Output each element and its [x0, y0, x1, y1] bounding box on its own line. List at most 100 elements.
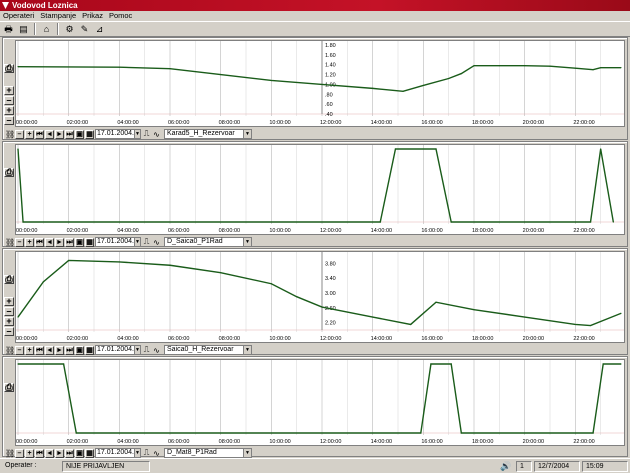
- trend-plot[interactable]: 00:00:00 02:00:00 04:00:00 06:00:00 08:00:00…: [15, 359, 625, 446]
- zoom-out-button[interactable]: –: [4, 327, 14, 336]
- chevron-down-icon[interactable]: ▼: [243, 449, 251, 457]
- step-mode-icon[interactable]: ⎍: [142, 237, 151, 247]
- print-trend-icon[interactable]: ⎙: [4, 64, 14, 73]
- date-select[interactable]: 17.01.2004. ▼: [95, 129, 141, 139]
- trend-chart: 00:00:00 02:00:00 04:00:00 06:00:00 08:00:00…: [16, 145, 624, 234]
- chevron-down-icon[interactable]: ▼: [243, 346, 251, 354]
- calendar-button[interactable]: ▣: [75, 345, 84, 355]
- zoom-out-button[interactable]: –: [4, 96, 14, 105]
- step-mode-icon[interactable]: ⎍: [142, 129, 151, 139]
- zoom-in-time-button[interactable]: +: [25, 129, 34, 139]
- menu-pomoc[interactable]: Pomoc: [109, 11, 132, 21]
- x-tick-label: 16:00:00: [421, 228, 442, 234]
- zoom-out-time-button[interactable]: –: [15, 237, 24, 247]
- calendar-button[interactable]: ▣: [75, 237, 84, 247]
- tools-icon[interactable]: ✎: [78, 23, 91, 35]
- print-trend-icon[interactable]: ⎙: [4, 168, 14, 177]
- printer-icon[interactable]: 🖶: [2, 23, 15, 35]
- prev-button[interactable]: ◄: [45, 448, 54, 458]
- line-mode-icon[interactable]: ∿: [152, 449, 161, 458]
- line-mode-icon[interactable]: ∿: [152, 238, 161, 247]
- link-icon[interactable]: ⛓: [5, 346, 15, 355]
- next-button[interactable]: ►: [55, 129, 64, 139]
- link-icon[interactable]: ⛓: [5, 130, 15, 139]
- line-mode-icon[interactable]: ∿: [152, 130, 161, 139]
- tag-select[interactable]: D_Mat8_P1Rad ▼: [164, 448, 252, 458]
- menu-prikaz[interactable]: Prikaz: [82, 11, 103, 21]
- first-button[interactable]: ⏮: [35, 345, 44, 355]
- chevron-down-icon[interactable]: ▼: [243, 130, 251, 138]
- trend-point: [422, 84, 424, 87]
- step-mode-icon[interactable]: ⎍: [142, 448, 151, 458]
- grid-button[interactable]: ▦: [85, 129, 94, 139]
- print-trend-icon[interactable]: ⎙: [4, 275, 14, 284]
- zoom-in-time-button[interactable]: +: [25, 237, 34, 247]
- prev-button[interactable]: ◄: [45, 237, 54, 247]
- speaker-icon[interactable]: 🔊: [498, 461, 514, 472]
- tag-select[interactable]: D_Saica0_P1Rad ▼: [164, 237, 252, 247]
- operater-label: Operater :: [5, 461, 37, 469]
- zoom-in-button[interactable]: +: [4, 297, 14, 306]
- last-button[interactable]: ⏭: [65, 345, 74, 355]
- first-button[interactable]: ⏮: [35, 448, 44, 458]
- x-tick-label: 12:00:00: [320, 336, 341, 342]
- next-button[interactable]: ►: [55, 448, 64, 458]
- first-button[interactable]: ⏮: [35, 237, 44, 247]
- date-select[interactable]: 17.01.2004. ▼: [95, 448, 141, 458]
- calendar-button[interactable]: ▣: [75, 129, 84, 139]
- tag-select[interactable]: Karad5_H_Rezervoar ▼: [164, 129, 252, 139]
- chevron-down-icon[interactable]: ▼: [243, 238, 251, 246]
- last-button[interactable]: ⏭: [65, 129, 74, 139]
- trend-point: [17, 148, 19, 150]
- chevron-down-icon[interactable]: ▼: [133, 238, 140, 246]
- line-mode-icon[interactable]: ∿: [152, 346, 161, 355]
- zoom-in-button[interactable]: +: [4, 86, 14, 95]
- chart-icon[interactable]: ⊿: [93, 23, 106, 35]
- first-button[interactable]: ⏮: [35, 129, 44, 139]
- chevron-down-icon[interactable]: ▼: [133, 346, 140, 354]
- last-button[interactable]: ⏭: [65, 237, 74, 247]
- home-icon[interactable]: ⌂: [40, 23, 53, 35]
- last-button[interactable]: ⏭: [65, 448, 74, 458]
- zoom-out-time-button[interactable]: –: [15, 448, 24, 458]
- grid-button[interactable]: ▦: [85, 345, 94, 355]
- trend-point: [17, 66, 19, 68]
- zoom-in-button[interactable]: +: [4, 106, 14, 115]
- next-button[interactable]: ►: [55, 237, 64, 247]
- chevron-down-icon[interactable]: ▼: [133, 449, 140, 457]
- calendar-button[interactable]: ▣: [75, 448, 84, 458]
- preview-icon[interactable]: ▤: [17, 23, 30, 35]
- grid-button[interactable]: ▦: [85, 448, 94, 458]
- trend-point: [473, 65, 475, 67]
- zoom-out-button[interactable]: –: [4, 307, 14, 316]
- trend-plot[interactable]: 1.80 1.60 1.40 1.20 1.00.80.60.40 00:00:00 02:…: [15, 40, 625, 127]
- trend-point: [63, 363, 65, 365]
- zoom-out-time-button[interactable]: –: [15, 129, 24, 139]
- next-button[interactable]: ►: [55, 345, 64, 355]
- trend-plot[interactable]: 00:00:00 02:00:00 04:00:00 06:00:00 08:00:00…: [15, 144, 625, 235]
- link-icon[interactable]: ⛓: [5, 238, 15, 247]
- settings-icon[interactable]: ⚙: [63, 23, 76, 35]
- trend-point: [17, 363, 19, 365]
- trend-plot[interactable]: 3.80 3.40 3.00 2.60 2.20 00:00:00 02:00:00 04:0…: [15, 251, 625, 343]
- zoom-in-time-button[interactable]: +: [25, 345, 34, 355]
- zoom-in-time-button[interactable]: +: [25, 448, 34, 458]
- link-icon[interactable]: ⛓: [5, 449, 15, 458]
- menu-operateri[interactable]: Operateri: [3, 11, 34, 21]
- toolbar-separator: [34, 23, 36, 35]
- prev-button[interactable]: ◄: [45, 129, 54, 139]
- date-select[interactable]: 17.01.2004. ▼: [95, 237, 141, 247]
- menu-stampanje[interactable]: Stampanje: [40, 11, 76, 21]
- prev-button[interactable]: ◄: [45, 345, 54, 355]
- print-trend-icon[interactable]: ⎙: [4, 383, 14, 392]
- chevron-down-icon[interactable]: ▼: [133, 130, 140, 138]
- tag-select[interactable]: Saica0_H_Rezervoar ▼: [164, 345, 252, 355]
- grid-button[interactable]: ▦: [85, 237, 94, 247]
- zoom-out-time-button[interactable]: –: [15, 345, 24, 355]
- step-mode-icon[interactable]: ⎍: [142, 345, 151, 355]
- date-select[interactable]: 17.01.2004. ▼: [95, 345, 141, 355]
- trend-point: [42, 281, 44, 283]
- y-tick-label: 1.60: [325, 53, 336, 59]
- zoom-out-button[interactable]: –: [4, 116, 14, 125]
- zoom-in-button[interactable]: +: [4, 317, 14, 326]
